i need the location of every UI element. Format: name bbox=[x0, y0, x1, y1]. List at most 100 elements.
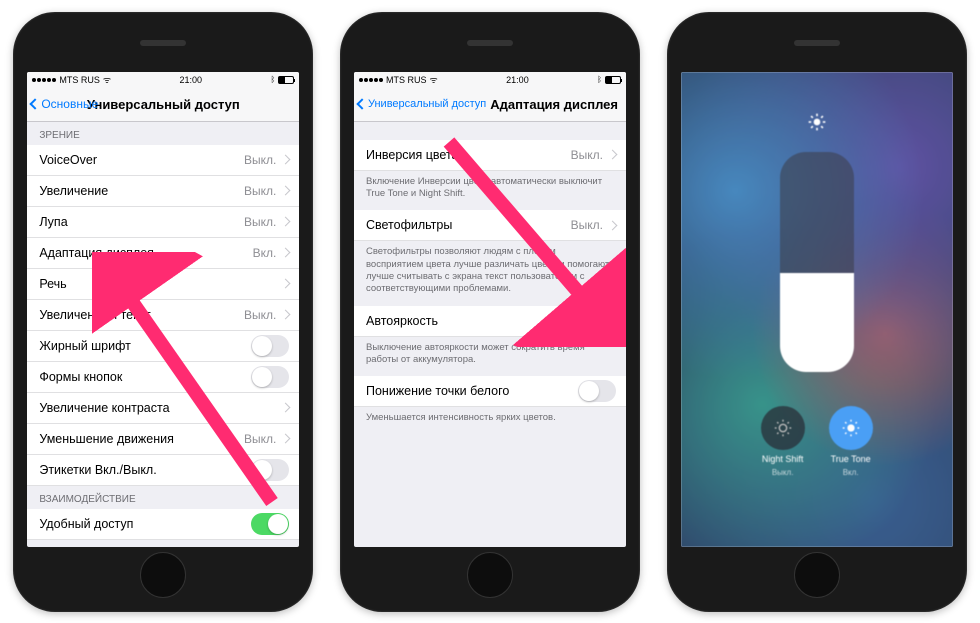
status-bar: MTS RUS ᯤ 21:00 ᛒ bbox=[354, 72, 626, 88]
cell-auto-brightness[interactable]: Автояркость bbox=[354, 306, 626, 337]
chevron-right-icon bbox=[281, 155, 291, 165]
cell-label: Инверсия цвета bbox=[366, 148, 459, 162]
section-header-vision: ЗРЕНИЕ bbox=[27, 122, 299, 145]
cell-value: Выкл. bbox=[244, 432, 276, 446]
cell-label: Увеличение контраста bbox=[39, 401, 169, 415]
back-label: Основные bbox=[41, 97, 98, 111]
footer-white-point: Уменьшается интенсивность ярких цветов. bbox=[354, 407, 626, 434]
signal-icon bbox=[359, 78, 383, 82]
toggle-bold-text[interactable] bbox=[251, 335, 289, 357]
chevron-right-icon bbox=[281, 248, 291, 258]
true-tone-label: True Tone bbox=[831, 454, 871, 464]
back-label: Универсальный доступ bbox=[368, 98, 486, 110]
brightness-fill bbox=[780, 273, 854, 372]
chevron-right-icon bbox=[281, 310, 291, 320]
cell-increase-contrast[interactable]: Увеличение контраста bbox=[27, 393, 299, 424]
toggle-auto-brightness[interactable] bbox=[578, 310, 616, 332]
nav-bar: Универсальный доступ Адаптация дисплея bbox=[354, 88, 626, 122]
back-button[interactable]: Основные bbox=[27, 97, 98, 111]
chevron-left-icon bbox=[356, 98, 367, 109]
cell-value: Вкл. bbox=[253, 246, 277, 260]
screen-2: MTS RUS ᯤ 21:00 ᛒ Универсальный доступ А… bbox=[354, 72, 626, 547]
control-center-background: Night Shift Выкл. True Tone Вкл. bbox=[681, 72, 953, 547]
cell-label: Увеличенный текст bbox=[39, 308, 150, 322]
back-button[interactable]: Универсальный доступ bbox=[354, 98, 486, 110]
cell-label: Лупа bbox=[39, 215, 67, 229]
cell-reduce-motion[interactable]: Уменьшение движения Выкл. bbox=[27, 424, 299, 455]
cell-invert-colors[interactable]: Инверсия цвета Выкл. bbox=[354, 140, 626, 171]
cell-voiceover[interactable]: VoiceOver Выкл. bbox=[27, 145, 299, 176]
chevron-left-icon bbox=[30, 98, 41, 109]
carrier-label: MTS RUS bbox=[59, 75, 100, 85]
cell-button-shapes[interactable]: Формы кнопок bbox=[27, 362, 299, 393]
chevron-right-icon bbox=[608, 220, 618, 230]
cell-assistive-touch[interactable]: Удобный доступ bbox=[27, 509, 299, 540]
cell-value: Выкл. bbox=[244, 215, 276, 229]
true-tone-status: Вкл. bbox=[843, 468, 859, 477]
night-shift-button[interactable]: Night Shift Выкл. bbox=[761, 406, 805, 477]
cell-value: Выкл. bbox=[571, 148, 603, 162]
cell-label: Увеличение bbox=[39, 184, 108, 198]
screen-1: MTS RUS ᯤ 21:00 ᛒ Основные Универсальный… bbox=[27, 72, 299, 547]
chevron-right-icon bbox=[281, 403, 291, 413]
status-bar: MTS RUS ᯤ 21:00 ᛒ bbox=[27, 72, 299, 88]
cell-larger-text[interactable]: Увеличенный текст Выкл. bbox=[27, 300, 299, 331]
status-time: 21:00 bbox=[180, 75, 203, 85]
cell-value: Выкл. bbox=[571, 218, 603, 232]
phone-frame-3: Night Shift Выкл. True Tone Вкл. bbox=[667, 12, 967, 612]
true-tone-icon bbox=[829, 406, 873, 450]
signal-icon bbox=[32, 78, 56, 82]
cell-label: Понижение точки белого bbox=[366, 384, 509, 398]
status-time: 21:00 bbox=[506, 75, 529, 85]
control-center[interactable]: Night Shift Выкл. True Tone Вкл. bbox=[681, 72, 953, 547]
cell-label: Речь bbox=[39, 277, 66, 291]
cell-value: Выкл. bbox=[244, 153, 276, 167]
brightness-slider[interactable] bbox=[780, 152, 854, 372]
toggle-onoff-labels[interactable] bbox=[251, 459, 289, 481]
settings-list[interactable]: ЗРЕНИЕ VoiceOver Выкл. Увеличение Выкл. … bbox=[27, 122, 299, 540]
settings-list[interactable]: Инверсия цвета Выкл. Включение Инверсии … bbox=[354, 122, 626, 435]
true-tone-button[interactable]: True Tone Вкл. bbox=[829, 406, 873, 477]
chevron-right-icon bbox=[281, 279, 291, 289]
cell-label: Автояркость bbox=[366, 314, 438, 328]
chevron-right-icon bbox=[281, 434, 291, 444]
cell-label: VoiceOver bbox=[39, 153, 97, 167]
cell-display-accommodations[interactable]: Адаптация дисплея Вкл. bbox=[27, 238, 299, 269]
wifi-icon: ᯤ bbox=[429, 73, 437, 86]
bluetooth-icon: ᛒ bbox=[597, 75, 602, 84]
section-header-interaction: ВЗАИМОДЕЙСТВИЕ bbox=[27, 486, 299, 509]
battery-icon bbox=[605, 76, 621, 84]
nav-title: Адаптация дисплея bbox=[468, 97, 618, 112]
cell-bold-text[interactable]: Жирный шрифт bbox=[27, 331, 299, 362]
cell-value: Выкл. bbox=[244, 184, 276, 198]
cell-reduce-white-point[interactable]: Понижение точки белого bbox=[354, 376, 626, 407]
cell-label: Уменьшение движения bbox=[39, 432, 174, 446]
chevron-right-icon bbox=[281, 186, 291, 196]
night-shift-label: Night Shift bbox=[762, 454, 804, 464]
toggle-assistive-touch[interactable] bbox=[251, 513, 289, 535]
cell-speech[interactable]: Речь bbox=[27, 269, 299, 300]
toggle-white-point[interactable] bbox=[578, 380, 616, 402]
nav-bar: Основные Универсальный доступ bbox=[27, 88, 299, 122]
cell-onoff-labels[interactable]: Этикетки Вкл./Выкл. bbox=[27, 455, 299, 486]
cell-value: Выкл. bbox=[244, 308, 276, 322]
cell-color-filters[interactable]: Светофильтры Выкл. bbox=[354, 210, 626, 241]
sun-icon bbox=[807, 112, 827, 137]
night-shift-status: Выкл. bbox=[772, 468, 794, 477]
carrier-label: MTS RUS bbox=[386, 75, 427, 85]
cell-label: Светофильтры bbox=[366, 218, 452, 232]
cell-label: Формы кнопок bbox=[39, 370, 122, 384]
bluetooth-icon: ᛒ bbox=[271, 75, 276, 84]
phone-frame-2: MTS RUS ᯤ 21:00 ᛒ Универсальный доступ А… bbox=[340, 12, 640, 612]
cell-magnifier[interactable]: Лупа Выкл. bbox=[27, 207, 299, 238]
night-shift-icon bbox=[761, 406, 805, 450]
cell-label: Адаптация дисплея bbox=[39, 246, 154, 260]
phone-frame-1: MTS RUS ᯤ 21:00 ᛒ Основные Универсальный… bbox=[13, 12, 313, 612]
footer-auto-brightness: Выключение автояркости может сократить в… bbox=[354, 337, 626, 377]
toggle-button-shapes[interactable] bbox=[251, 366, 289, 388]
wifi-icon: ᯤ bbox=[103, 73, 111, 86]
chevron-right-icon bbox=[281, 217, 291, 227]
footer-invert: Включение Инверсии цвета автоматически в… bbox=[354, 171, 626, 211]
cell-zoom[interactable]: Увеличение Выкл. bbox=[27, 176, 299, 207]
cell-label: Жирный шрифт bbox=[39, 339, 131, 353]
